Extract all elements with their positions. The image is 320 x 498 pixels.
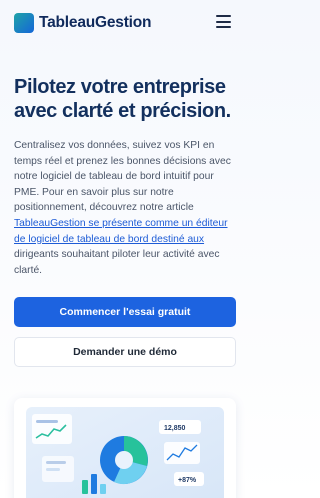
pie-chart-icon bbox=[100, 436, 148, 485]
site-header: TableauGestion bbox=[0, 0, 250, 46]
dashboard-preview-card: 12,850 +87% bbox=[14, 398, 236, 498]
stat-badge-1: 12,850 bbox=[164, 425, 186, 432]
article-link[interactable]: TableauGestion se présente comme un édit… bbox=[14, 218, 228, 245]
request-demo-button[interactable]: Demander une démo bbox=[14, 337, 236, 367]
hero-text-part-2: dirigeants souhaitant piloter leur activ… bbox=[14, 249, 220, 276]
brand-name: TableauGestion bbox=[39, 14, 152, 31]
dashboard-illustration: 12,850 +87% bbox=[26, 407, 224, 498]
hero-description: Centralisez vos données, suivez vos KPI … bbox=[14, 138, 238, 278]
brand-logo[interactable]: TableauGestion bbox=[14, 13, 152, 33]
hamburger-icon[interactable] bbox=[216, 15, 231, 28]
hero-title: Pilotez votre entreprise avec clarté et … bbox=[14, 76, 231, 122]
hero-text-part-1: Centralisez vos données, suivez vos KPI … bbox=[14, 140, 231, 214]
start-free-trial-button[interactable]: Commencer l'essai gratuit bbox=[14, 297, 236, 327]
square-logo-icon bbox=[14, 13, 34, 33]
stat-badge-2: +87% bbox=[178, 477, 197, 484]
